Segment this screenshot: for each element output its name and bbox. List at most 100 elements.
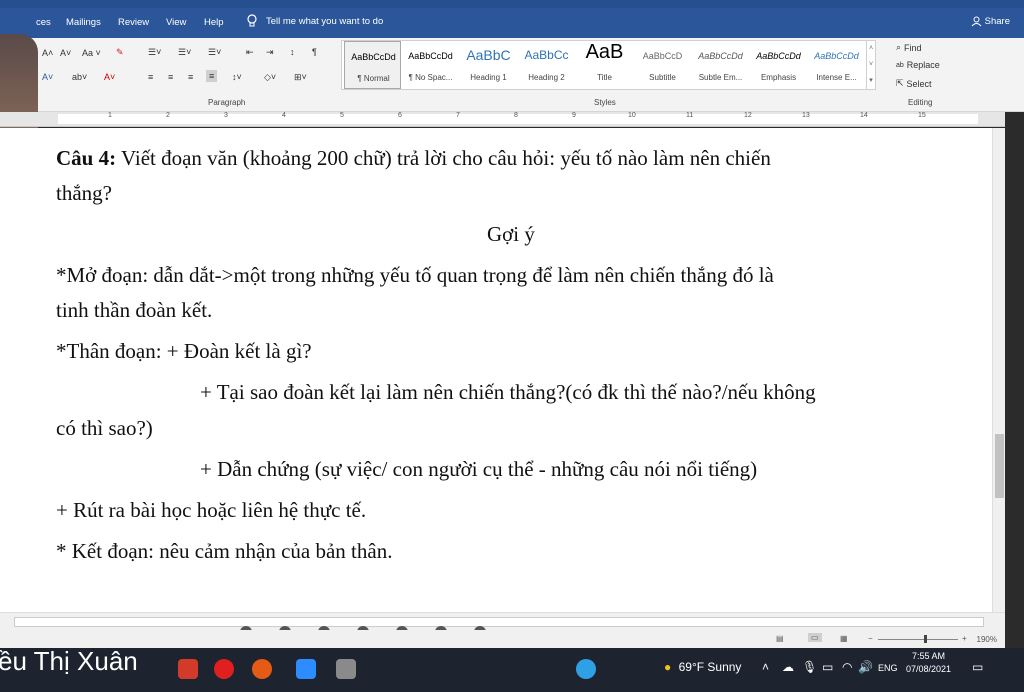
font-color-icon[interactable]: A˅ (104, 72, 115, 82)
microphone-icon[interactable]: 🎙 (802, 660, 817, 674)
weather-text: 69°F Sunny (678, 660, 742, 674)
ruler-number: 6 (398, 112, 402, 119)
menu-view[interactable]: View (166, 17, 186, 28)
menu-help[interactable]: Help (204, 17, 224, 28)
highlight-icon[interactable]: ab˅ (72, 72, 87, 82)
increase-indent-icon[interactable]: ⇥ (266, 47, 274, 58)
read-mode-icon[interactable]: ▤ (776, 634, 784, 643)
ribbon: A˄ A˅ Aa ˅ ✎ ☰˅ ☰˅ ☰˅ ⇤ ⇥ ↕ ¶ A˅ ab˅ A˅ … (0, 38, 1024, 112)
style-preview: AaBbCcDd (408, 51, 453, 61)
ruler-number: 8 (514, 112, 518, 119)
volume-icon[interactable]: 🔊 (858, 660, 873, 674)
style-preview: AaBbCcD (642, 51, 683, 61)
style-preview: AaBbCc (524, 48, 569, 62)
ruler-number: 10 (628, 112, 636, 119)
clear-format-icon[interactable]: ✎ (116, 47, 124, 58)
zoom-app-icon[interactable] (296, 659, 316, 679)
zoom-level[interactable]: 190% (977, 635, 997, 644)
style-name: ¶ Normal (357, 74, 390, 83)
ruler-number: 2 (166, 112, 170, 119)
cursor-icon: ⇱ (896, 78, 904, 88)
wifi-icon[interactable]: ◠ (842, 660, 852, 674)
document-page[interactable]: Câu 4: Viết đoạn văn (khoảng 200 chữ) tr… (0, 128, 992, 612)
style-heading-2[interactable]: AaBbCc Heading 2 (518, 41, 575, 89)
weather-widget[interactable]: ● 69°F Sunny (664, 660, 741, 674)
style-no-spacing[interactable]: AaBbCcDd ¶ No Spac... (402, 41, 459, 89)
style-name: ¶ No Spac... (408, 73, 453, 82)
style-heading-1[interactable]: AaBbC Heading 1 (460, 41, 517, 89)
zoom-out-button[interactable]: − (868, 634, 873, 643)
opera-icon[interactable] (214, 659, 234, 679)
grow-font-button[interactable]: A˄ (42, 48, 53, 58)
body-line-3: có thì sao?) (56, 416, 153, 440)
replace-icon: ab (896, 61, 904, 69)
menu-review[interactable]: Review (118, 17, 149, 28)
justify-icon[interactable]: ≡ (206, 70, 218, 82)
print-layout-icon[interactable]: ▭ (808, 633, 822, 642)
chevron-up-icon[interactable]: ˄ (762, 660, 769, 674)
select-button[interactable]: ⇱ Select (896, 78, 932, 89)
multilevel-icon[interactable]: ☰˅ (208, 47, 221, 58)
style-name: Title (597, 73, 612, 82)
align-right-icon[interactable]: ≡ (188, 72, 193, 82)
vertical-scrollbar[interactable] (992, 128, 1005, 612)
align-left-icon[interactable]: ≡ (148, 72, 153, 82)
share-label: Share (984, 16, 1010, 27)
replace-button[interactable]: ab Replace (896, 60, 940, 70)
app-icon[interactable] (336, 659, 356, 679)
cloud-icon[interactable]: ☁ (782, 660, 794, 674)
paragraph-group-label: Paragraph (208, 98, 246, 107)
battery-icon[interactable]: ▭ (822, 660, 833, 674)
shrink-font-button[interactable]: A˅ (60, 48, 71, 58)
language-indicator[interactable]: ENG (878, 663, 898, 673)
browser-icon[interactable] (252, 659, 272, 679)
line-spacing-icon[interactable]: ↕˅ (232, 72, 242, 82)
find-label: Find (904, 42, 922, 53)
opening-line-1: *Mở đoạn: dẫn dắt->một trong những yếu t… (56, 263, 774, 287)
replace-label: Replace (906, 60, 940, 70)
zoom-slider-handle[interactable] (924, 635, 927, 643)
shading-icon[interactable]: ◇˅ (264, 72, 276, 83)
help-icon[interactable] (576, 659, 596, 679)
status-bar: ▤ ▭ ▦ − + 190% (0, 630, 1005, 648)
style-emphasis[interactable]: AaBbCcDd Emphasis (750, 41, 807, 89)
ruler-number: 12 (744, 112, 752, 119)
decrease-indent-icon[interactable]: ⇤ (246, 47, 254, 58)
tell-me-box[interactable]: Tell me what you want to do (246, 14, 383, 28)
sun-icon: ● (664, 660, 672, 674)
bullets-icon[interactable]: ☰˅ (148, 47, 161, 58)
pilcrow-icon[interactable]: ¶ (312, 47, 317, 57)
zoom-in-button[interactable]: + (962, 634, 967, 643)
styles-gallery: AaBbCcDd ¶ Normal AaBbCcDd ¶ No Spac... … (341, 40, 876, 90)
ruler-number: 5 (340, 112, 344, 119)
scrollbar-thumb[interactable] (995, 434, 1004, 498)
zoom-slider[interactable] (878, 639, 958, 640)
style-subtle-emphasis[interactable]: AaBbCcDd Subtle Em... (692, 41, 749, 89)
ruler-number: 7 (456, 112, 460, 119)
menu-mailings[interactable]: Mailings (66, 17, 101, 28)
clock[interactable]: 7:55 AM 07/08/2021 (906, 650, 951, 676)
change-case-button[interactable]: Aa ˅ (82, 48, 101, 58)
borders-icon[interactable]: ⊞˅ (294, 72, 307, 83)
notifications-icon[interactable]: ▭ (972, 660, 983, 674)
style-intense-emphasis[interactable]: AaBbCcDd Intense E... (808, 41, 865, 89)
align-center-icon[interactable]: ≡ (168, 72, 173, 82)
web-layout-icon[interactable]: ▦ (840, 634, 848, 643)
style-subtitle[interactable]: AaBbCcD Subtitle (634, 41, 691, 89)
text-effects-icon[interactable]: A˅ (42, 72, 53, 82)
find-button[interactable]: ⌕ Find (896, 42, 922, 53)
title-bar: ces Mailings Review View Help Tell me wh… (0, 0, 1024, 38)
styles-scroll[interactable]: ˄ ˅ ▾ (866, 41, 875, 89)
body-line-1: *Thân đoạn: + Đoàn kết là gì? (56, 339, 312, 363)
menu-references[interactable]: ces (36, 17, 51, 28)
title-strip (0, 0, 1024, 8)
ruler-number: 3 (224, 112, 228, 119)
office-icon[interactable] (178, 659, 198, 679)
share-button[interactable]: Share (971, 16, 1010, 27)
ruler-track (58, 114, 978, 124)
style-preview: AaBbC (466, 47, 511, 63)
style-title[interactable]: AaB Title (576, 41, 633, 89)
sort-icon[interactable]: ↕ (290, 47, 295, 57)
numbering-icon[interactable]: ☰˅ (178, 47, 191, 58)
style-normal[interactable]: AaBbCcDd ¶ Normal (344, 41, 401, 89)
